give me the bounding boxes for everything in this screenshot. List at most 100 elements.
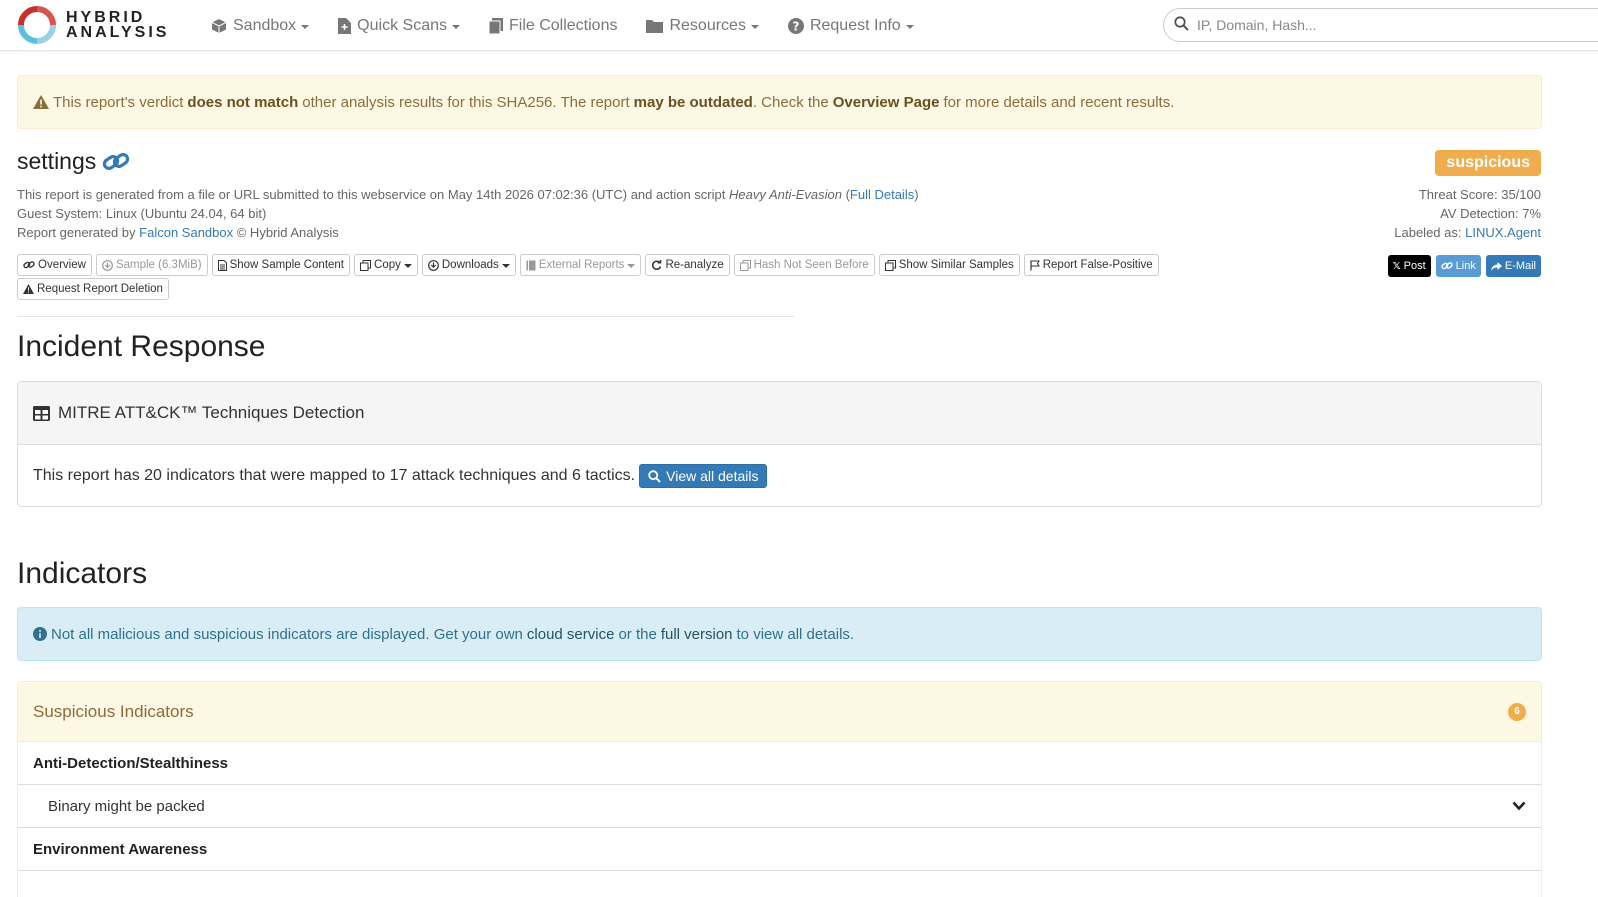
report-meta-line-1: This report is generated from a file or … xyxy=(17,187,919,202)
question-icon: ? xyxy=(787,17,804,34)
warning-text-1: This report's verdict xyxy=(53,93,184,111)
x-logo-icon: 𝕏 xyxy=(1392,260,1401,272)
cloud-service-link[interactable]: cloud service xyxy=(527,626,615,643)
permalink-icon[interactable] xyxy=(102,151,130,173)
hybrid-analysis-logo[interactable]: HYBRID ANALYSIS xyxy=(17,5,169,45)
link-icon xyxy=(1440,261,1453,271)
main-nav: Sandbox Quick Scans File Collections Res… xyxy=(211,0,943,51)
show-sample-content-button[interactable]: Show Sample Content xyxy=(211,254,351,276)
threat-score: Threat Score: 35/100 xyxy=(1418,187,1541,202)
search-input[interactable] xyxy=(1197,17,1577,33)
show-similar-samples-button[interactable]: Show Similar Samples xyxy=(878,254,1020,276)
report-title-text: settings xyxy=(17,148,97,174)
suspicious-indicators-heading[interactable]: Suspicious Indicators 6 xyxy=(18,682,1541,742)
copy-icon xyxy=(360,259,372,271)
refresh-icon xyxy=(651,259,662,271)
indicators-info-alert: Not all malicious and suspicious indicat… xyxy=(17,607,1542,661)
share-icon xyxy=(1490,261,1502,271)
show-sample-content-label: Show Sample Content xyxy=(229,259,345,271)
info-icon xyxy=(33,627,47,641)
falcon-sandbox-link[interactable]: Falcon Sandbox xyxy=(139,225,233,240)
warning-icon xyxy=(23,284,34,294)
suspicious-count-badge: 6 xyxy=(1508,702,1526,721)
sample-download-button[interactable]: Sample (6.3MiB) xyxy=(95,254,208,276)
chevron-down-icon xyxy=(403,264,412,268)
info-text-2: or the xyxy=(618,625,657,643)
full-version-link[interactable]: full version xyxy=(661,626,733,643)
copy-label: Copy xyxy=(374,259,401,271)
nav-sandbox-label: Sandbox xyxy=(233,16,297,34)
table-icon xyxy=(33,405,50,421)
overview-button[interactable]: Overview xyxy=(17,254,92,276)
report-actions: Overview Sample (6.3MiB) Show Sample Con… xyxy=(17,254,1197,302)
report-title: settings xyxy=(17,148,130,175)
indicator-category: Environment Awareness xyxy=(18,828,1541,871)
post-to-x-button[interactable]: 𝕏 Post xyxy=(1387,255,1431,277)
report-generated-by: Report generated by Falcon Sandbox © Hyb… xyxy=(17,223,919,242)
share-link-button[interactable]: Link xyxy=(1435,255,1481,277)
sample-label: Sample (6.3MiB) xyxy=(115,259,202,271)
chevron-down-icon[interactable] xyxy=(1512,798,1526,815)
reanalyze-button[interactable]: Re-analyze xyxy=(645,254,730,276)
incident-response-heading: Incident Response xyxy=(17,330,266,363)
hash-not-seen-button[interactable]: Hash Not Seen Before xyxy=(733,254,875,276)
external-reports-dropdown[interactable]: External Reports xyxy=(519,254,642,276)
overview-label: Overview xyxy=(38,259,86,271)
full-details-link[interactable]: Full Details xyxy=(850,187,914,202)
suspicious-indicators-title: Suspicious Indicators xyxy=(33,701,194,721)
generated-by-suffix: © Hybrid Analysis xyxy=(236,225,339,240)
chevron-down-icon xyxy=(301,24,310,29)
report-false-positive-button[interactable]: Report False-Positive xyxy=(1023,254,1159,276)
logo-text: HYBRID ANALYSIS xyxy=(66,9,170,41)
chevron-down-icon xyxy=(451,24,460,29)
mitre-panel-heading: MITRE ATT&CK™ Techniques Detection xyxy=(18,382,1541,445)
mitre-summary: This report has 20 indicators that were … xyxy=(33,467,636,484)
nav-sandbox[interactable]: Sandbox xyxy=(211,16,310,35)
logo-ring-icon xyxy=(18,6,56,44)
post-label: Post xyxy=(1403,260,1426,272)
labeled-as-link[interactable]: LINUX.Agent xyxy=(1465,225,1541,240)
section-divider xyxy=(17,316,794,317)
threat-summary: Threat Score: 35/100 AV Detection: 7% La… xyxy=(1394,185,1541,242)
report-meta: This report is generated from a file or … xyxy=(17,185,919,242)
share-email-button[interactable]: E-Mail xyxy=(1485,255,1541,277)
clone-icon xyxy=(884,259,896,271)
hash-not-seen-label: Hash Not Seen Before xyxy=(753,259,869,271)
warning-bold-1: does not match xyxy=(187,93,299,111)
search-box xyxy=(1163,8,1598,42)
show-similar-samples-label: Show Similar Samples xyxy=(898,259,1014,271)
meta-prefix: This report is generated from a file or … xyxy=(17,187,726,202)
nav-quick-scans[interactable]: Quick Scans xyxy=(338,17,460,35)
clone-icon xyxy=(739,259,751,271)
overview-page-link[interactable]: Overview Page xyxy=(833,94,940,111)
labeled-as-prefix: Labeled as: xyxy=(1394,225,1462,240)
downloads-dropdown[interactable]: Downloads xyxy=(421,254,516,276)
link-label: Link xyxy=(1455,260,1476,272)
flag-icon xyxy=(1030,260,1040,271)
indicators-heading: Indicators xyxy=(17,557,148,590)
nav-resources-label: Resources xyxy=(669,16,746,34)
nav-request-info[interactable]: ? Request Info xyxy=(787,17,914,35)
request-report-deletion-label: Request Report Deletion xyxy=(37,283,163,295)
av-detection: AV Detection: 7% xyxy=(1440,206,1541,221)
download-circle-icon xyxy=(427,259,439,271)
suspicious-indicators-panel: Suspicious Indicators 6 Anti-Detection/S… xyxy=(17,681,1542,897)
chevron-down-icon xyxy=(501,264,510,268)
file-icon xyxy=(338,17,352,34)
view-all-details-button[interactable]: View all details xyxy=(639,464,768,488)
link-icon xyxy=(23,260,35,270)
info-text-1: Not all malicious and suspicious indicat… xyxy=(51,625,523,643)
nav-file-collections[interactable]: File Collections xyxy=(488,17,617,35)
indicator-item-label: Binary might be packed xyxy=(48,797,205,815)
copy-dropdown[interactable]: Copy xyxy=(354,254,418,276)
labeled-as: Labeled as: LINUX.Agent xyxy=(1394,223,1541,242)
request-report-deletion-button[interactable]: Request Report Deletion xyxy=(17,278,169,300)
svg-text:?: ? xyxy=(792,19,799,33)
logo-line-2: ANALYSIS xyxy=(66,24,170,41)
logo-line-1: HYBRID xyxy=(66,9,146,26)
file-text-icon xyxy=(217,259,227,271)
top-navbar: HYBRID ANALYSIS Sandbox Quick Scans File… xyxy=(0,0,1598,51)
chevron-down-icon xyxy=(750,24,759,29)
nav-resources[interactable]: Resources xyxy=(646,16,759,35)
indicator-item[interactable]: Binary might be packed xyxy=(18,785,1541,828)
